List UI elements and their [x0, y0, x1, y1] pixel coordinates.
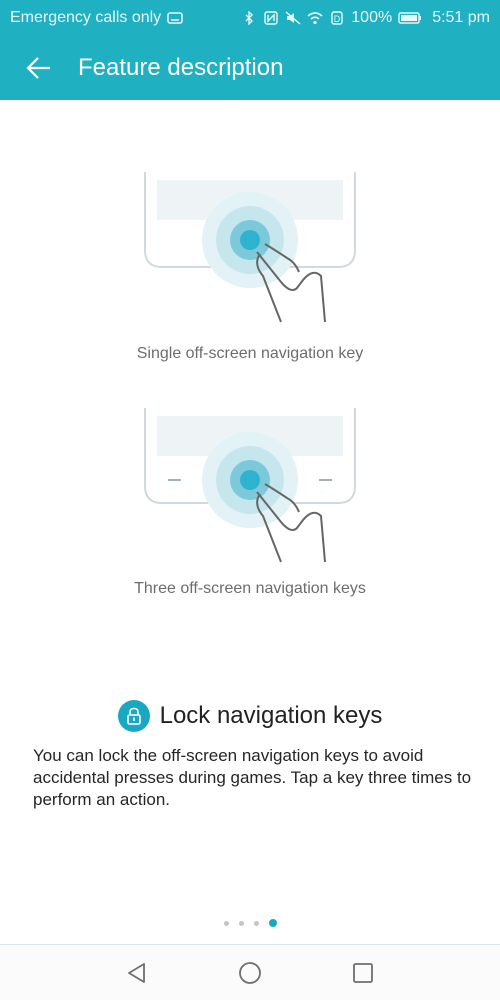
pager-dot: [253, 920, 259, 926]
lock-icon: [126, 707, 141, 725]
feature-heading-row: Lock navigation keys: [0, 696, 500, 736]
keyboard-icon: [167, 12, 183, 24]
single-key-image: [144, 172, 356, 323]
pager-dot: [223, 920, 229, 926]
back-button[interactable]: [0, 36, 78, 100]
triangle-back-icon: [127, 962, 145, 983]
bluetooth-icon: [245, 11, 254, 25]
page-title: Feature description: [78, 54, 284, 81]
single-key-illustration: [0, 172, 500, 332]
battery-percent: 100%: [351, 9, 393, 26]
feature-title: Lock navigation keys: [159, 702, 383, 729]
circle-home-icon: [239, 961, 261, 984]
carrier-text: Emergency calls only: [10, 9, 162, 26]
single-key-caption: Single off-screen navigation key: [136, 345, 364, 362]
data-saver-icon: D: [331, 11, 343, 25]
battery-icon: [398, 12, 422, 24]
nav-home-button[interactable]: [230, 953, 270, 993]
status-bar: Emergency calls only D 100% 5:51 pm: [0, 0, 500, 36]
three-keys-image: [144, 408, 356, 563]
square-recents-icon: [353, 962, 374, 983]
feature-description: You can lock the off-screen navigation k…: [33, 746, 472, 809]
arrow-left-icon: [26, 57, 50, 79]
app-bar: Feature description: [0, 36, 500, 100]
system-nav-bar: [0, 944, 500, 1000]
nav-recents-button[interactable]: [343, 953, 383, 993]
pager-dot-active: [268, 919, 277, 927]
page-indicator: [0, 917, 500, 929]
clock: 5:51 pm: [432, 9, 490, 26]
wifi-icon: [307, 12, 323, 25]
svg-text:D: D: [334, 14, 341, 24]
nfc-icon: [264, 11, 278, 25]
lock-badge: [117, 700, 150, 732]
three-keys-illustration: [0, 408, 500, 568]
nav-back-button[interactable]: [117, 953, 157, 993]
pager-dot: [238, 920, 244, 926]
mute-icon: [285, 11, 301, 25]
three-keys-caption: Three off-screen navigation keys: [134, 580, 366, 597]
